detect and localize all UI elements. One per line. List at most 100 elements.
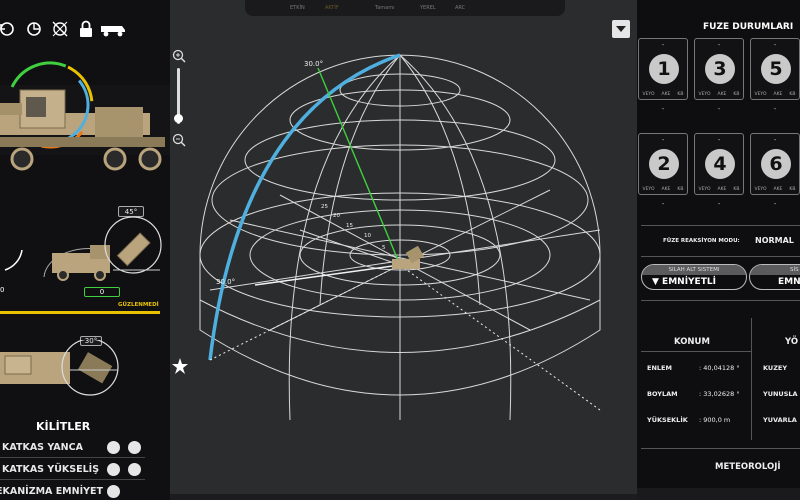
status-text: GÜZLENMEDİ [118,302,159,308]
divider [641,256,800,257]
rotate-ccw-icon[interactable] [0,20,17,38]
longitude-label: BOYLAM [647,390,678,398]
elevation-label: 30.0° [304,60,324,68]
reaction-mode-value[interactable]: NORMAL [755,236,794,245]
subsystem-value: EMN [778,277,800,287]
traverse-view-image [0,340,119,396]
lock-row-mekanizma-emniyet: EKANİZMA EMNİYET [0,482,145,500]
missile-tag: KB [733,187,740,192]
no-signal-icon[interactable] [50,20,70,38]
latitude-label: ENLEM [647,364,672,372]
launcher-vehicle-side-image [0,61,170,171]
truck-icon[interactable] [100,20,126,38]
missile-top-text: - [717,136,721,144]
subsystem-label: SİS [750,265,800,275]
missile-slot-3[interactable]: - 3 VEYO AKE KB - [694,38,744,113]
range-label: 15 [346,223,353,229]
missile-top-text: - [661,136,665,144]
hemisphere-grid [172,53,601,421]
missile-number: 4 [705,149,735,179]
latitude-value: : 40,04128 ° [699,364,740,372]
meteorology-strip [637,488,800,500]
missile-tag: KB [677,92,684,97]
unlock-icon[interactable] [107,485,120,498]
unlock-icon[interactable] [107,463,120,476]
divider [641,448,800,449]
missile-tag: VEYO [698,187,711,192]
missile-top-text: - [717,41,721,49]
divider [641,351,751,352]
missile-tag: AKE [717,187,727,192]
missile-status-title: FUZE DURUMLARI [703,22,794,32]
missile-top-text: - [773,41,777,49]
right-panel: FUZE DURUMLARI - 1 VEYO AKE KB - - 3 VEYO A… [637,0,800,500]
longitude-value: : 33,02628 ° [699,390,740,398]
missile-number: 6 [761,149,791,179]
missile-tag: AKE [717,92,727,97]
missile-tag: VEYO [642,92,655,97]
missile-number: 3 [705,54,735,84]
orientation-title: YÖ [785,337,799,347]
missile-tag: VEYO [642,187,655,192]
missile-slot-4[interactable]: - 4 VEYO AKE KB - [694,133,744,208]
range-label: 5 [382,245,386,251]
lock-row-katkas-yanca: KATKAS YANCA [0,438,145,458]
subsystem-label: SILAH ALT SISTEMI [642,265,746,275]
missile-bottom-text: - [773,200,777,208]
north-label: KUZEY [763,364,788,372]
missile-tag: AKE [773,187,783,192]
lock-row-label: KATKAS YÜKSELİŞ [2,464,100,475]
weapon-subsystem-toggle[interactable]: SILAH ALT SISTEMI ▼ EMNİYETLİ [641,264,747,290]
reaction-mode-label: FÜZE REAKSİYON MODU: [663,238,740,244]
missile-bottom-text: - [773,105,777,113]
lock-row-label: EKANİZMA EMNİYET [0,486,103,497]
missile-tag: VEYO [698,92,711,97]
missile-slot-1[interactable]: - 1 VEYO AKE KB - [638,38,688,113]
lock-icon[interactable] [128,441,141,454]
rotate-cw-icon[interactable] [24,20,44,38]
missile-tag: VEYO [754,187,767,192]
missile-number: 1 [649,54,679,84]
elevation-view-image [4,216,162,281]
sensor-subsystem-toggle[interactable]: SİS EMN [749,264,800,290]
lock-icon[interactable] [128,463,141,476]
lock-row-katkas-yukselis: KATKAS YÜKSELİŞ [0,460,145,480]
range-label: 25 [321,204,328,210]
missile-top-text: - [661,41,665,49]
missile-slot-5[interactable]: - 5 VEYO AKE KB - [750,38,800,113]
missile-tag: KB [789,92,796,97]
subsystem-value: ▼ EMNİYETLİ [652,277,716,287]
app-root: 45° 0 0 GÜZLENMEDİ 30° KİLİTLER KATKAS Y… [0,0,800,500]
counter-value: 0 [84,287,120,297]
missile-slot-6[interactable]: - 6 VEYO AKE KB - [750,133,800,208]
missile-number: 2 [649,149,679,179]
missile-tag: KB [677,187,684,192]
unlock-icon[interactable] [107,441,120,454]
missile-tag: KB [789,187,796,192]
missile-tag: AKE [773,92,783,97]
counter-left-value: 0 [0,286,5,294]
missile-top-text: - [773,136,777,144]
locks-title: KİLİTLER [36,420,91,433]
left-panel: 45° 0 0 GÜZLENMEDİ 30° KİLİTLER KATKAS Y… [0,0,170,500]
sky-dome-view[interactable]: ETKİN AKTİF Tamamı YEREL ARC 30.0° 30.0°… [170,0,637,500]
divider [641,300,800,301]
pitch-label: YUNUSLA [763,390,798,398]
range-label: 10 [364,233,371,239]
missile-bottom-text: - [661,105,665,113]
missile-slot-2[interactable]: - 2 VEYO AKE KB - [638,133,688,208]
missile-tag: VEYO [754,92,767,97]
range-label: 20 [333,213,340,219]
missile-bottom-text: - [661,200,665,208]
missile-number: 5 [761,54,791,84]
roll-label: YUVARLA [763,416,797,424]
position-title: KONUM [674,337,710,347]
missile-tag: KB [733,92,740,97]
status-bar [0,311,160,314]
missile-bottom-text: - [717,105,721,113]
altitude-value: : 900,0 m [699,416,731,424]
lock-icon[interactable] [76,20,96,38]
azimuth-label: 30.0° [216,278,236,286]
missile-tag: AKE [661,92,671,97]
lock-row-label: KATKAS YANCA [2,442,83,453]
